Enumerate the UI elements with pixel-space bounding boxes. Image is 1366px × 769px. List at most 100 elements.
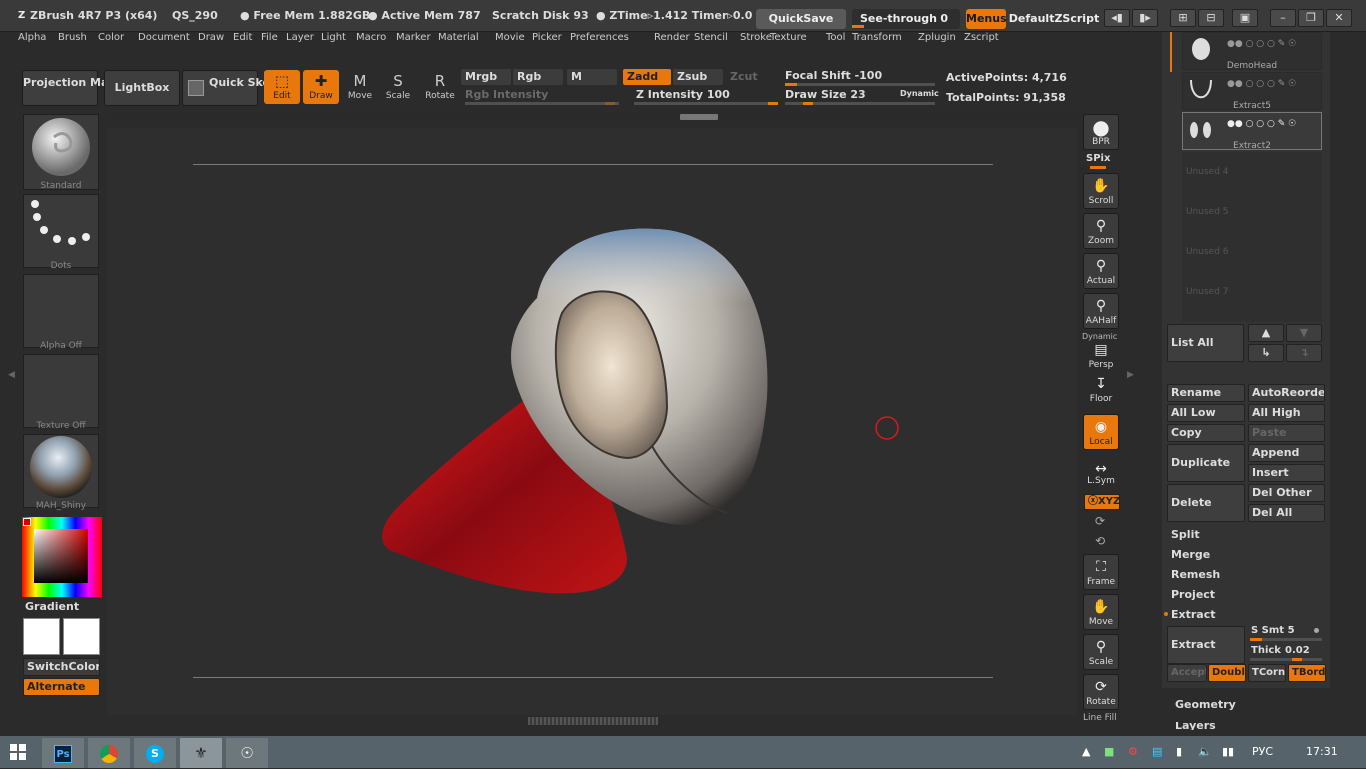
tborder-button[interactable]: TBorder bbox=[1288, 664, 1326, 682]
tray-language[interactable]: РУС bbox=[1252, 745, 1273, 758]
zoom-button[interactable]: ⚲ Zoom bbox=[1083, 213, 1119, 249]
canvas-viewport[interactable] bbox=[107, 128, 1077, 715]
menu-color[interactable]: Color bbox=[98, 32, 124, 43]
menu-light[interactable]: Light bbox=[321, 32, 346, 43]
switchcolor-button[interactable]: SwitchColor bbox=[23, 658, 100, 676]
merge-section[interactable]: Merge bbox=[1171, 548, 1210, 561]
menu-alpha[interactable]: Alpha bbox=[18, 32, 46, 43]
rename-button[interactable]: Rename bbox=[1167, 384, 1245, 402]
append-button[interactable]: Append bbox=[1248, 444, 1325, 462]
rgb-intensity-slider[interactable] bbox=[465, 102, 619, 105]
move-up-arrow-icon[interactable]: ▲ bbox=[1248, 324, 1284, 342]
color-square[interactable] bbox=[34, 529, 88, 583]
menus-button[interactable]: Menus bbox=[966, 9, 1007, 29]
menu-tool[interactable]: Tool bbox=[826, 32, 845, 43]
geometry-section[interactable]: Geometry bbox=[1175, 698, 1236, 711]
menu-edit[interactable]: Edit bbox=[233, 32, 252, 43]
tray-volume-icon[interactable]: 🔈 bbox=[1198, 745, 1212, 758]
unused-slot-7[interactable]: Unused 7 bbox=[1186, 287, 1229, 297]
edit-button[interactable]: ⬚ Edit bbox=[264, 70, 300, 104]
tray-expand-icon[interactable]: ▲ bbox=[1082, 745, 1090, 758]
thick-slider[interactable] bbox=[1250, 658, 1322, 661]
m-button[interactable]: M bbox=[567, 69, 617, 85]
lsym-button[interactable]: ↔ L.Sym bbox=[1083, 462, 1119, 490]
nav-right-icon[interactable]: ▮▸ bbox=[1132, 9, 1158, 27]
color-picker[interactable] bbox=[22, 517, 102, 597]
duplicate-button[interactable]: Duplicate bbox=[1167, 444, 1245, 482]
bottom-tray-handle[interactable] bbox=[528, 717, 658, 725]
project-section[interactable]: Project bbox=[1171, 588, 1215, 601]
paste-button[interactable]: Paste bbox=[1248, 424, 1325, 442]
split-section[interactable]: Split bbox=[1171, 528, 1200, 541]
append-arrow-icon[interactable]: ↴ bbox=[1286, 344, 1322, 362]
all-high-button[interactable]: All High bbox=[1248, 404, 1325, 422]
double-button[interactable]: Double bbox=[1208, 664, 1246, 682]
material-thumbnail[interactable] bbox=[23, 434, 99, 508]
taskbar-viewer[interactable]: ☉ bbox=[226, 738, 268, 768]
zcut-button[interactable]: Zcut bbox=[726, 69, 776, 85]
menu-file[interactable]: File bbox=[261, 32, 278, 43]
local-button[interactable]: ◉ Local bbox=[1083, 414, 1119, 450]
tray-network-tool-icon[interactable]: ⚙ bbox=[1128, 745, 1138, 758]
z-intensity-slider[interactable] bbox=[634, 102, 778, 105]
menu-preferences[interactable]: Preferences bbox=[570, 32, 629, 43]
taskbar-chrome[interactable] bbox=[88, 738, 130, 768]
nav-left-icon[interactable]: ◂▮ bbox=[1104, 9, 1130, 27]
rotate-button[interactable]: R Rotate bbox=[422, 70, 458, 104]
menu-stroke[interactable]: Stroke bbox=[740, 32, 772, 43]
tray-clock[interactable]: 17:31 bbox=[1306, 745, 1338, 758]
brush-thumbnail[interactable] bbox=[23, 114, 99, 190]
menu-texture[interactable]: Texture bbox=[770, 32, 807, 43]
zadd-button[interactable]: Zadd bbox=[623, 69, 671, 85]
list-all-button[interactable]: List All bbox=[1167, 324, 1244, 362]
unused-slot-6[interactable]: Unused 6 bbox=[1186, 247, 1229, 257]
menu-movie[interactable]: Movie bbox=[495, 32, 525, 43]
scale-view-button[interactable]: ⚲ Scale bbox=[1083, 634, 1119, 670]
xyz-button[interactable]: ⓧXYZ bbox=[1084, 494, 1120, 510]
tray-app-icon[interactable]: ■ bbox=[1104, 745, 1114, 758]
actual-button[interactable]: ⚲ Actual bbox=[1083, 253, 1119, 289]
menu-macro[interactable]: Macro bbox=[356, 32, 386, 43]
minimize-icon[interactable]: – bbox=[1270, 9, 1296, 27]
menu-render[interactable]: Render bbox=[654, 32, 690, 43]
texture-thumbnail[interactable] bbox=[23, 354, 99, 428]
remesh-section[interactable]: Remesh bbox=[1171, 568, 1220, 581]
unused-slot-5[interactable]: Unused 5 bbox=[1186, 207, 1229, 217]
all-low-button[interactable]: All Low bbox=[1167, 404, 1245, 422]
floor-button[interactable]: ↧ Floor bbox=[1083, 374, 1119, 406]
accept-button[interactable]: Accept bbox=[1167, 664, 1207, 682]
quicksave-button[interactable]: QuickSave bbox=[756, 9, 846, 29]
layers-section-peek[interactable]: Layers bbox=[1175, 722, 1216, 730]
move-down-arrow-icon[interactable]: ▼ bbox=[1286, 324, 1322, 342]
tray-battery-icon[interactable]: ▮ bbox=[1176, 745, 1182, 758]
gradient-label[interactable]: Gradient bbox=[25, 600, 79, 613]
subtool-toggles-icon[interactable]: ●● ○ ○ ○ ✎ ☉ bbox=[1227, 119, 1296, 129]
linefill-label[interactable]: Line Fill bbox=[1083, 713, 1117, 723]
insert-arrow-icon[interactable]: ↳ bbox=[1248, 344, 1284, 362]
windows-start-icon[interactable] bbox=[10, 744, 26, 760]
secondary-color-swatch[interactable] bbox=[63, 618, 100, 655]
tray-handle[interactable] bbox=[680, 114, 718, 120]
tcorner-button[interactable]: TCorner bbox=[1248, 664, 1286, 682]
move-view-button[interactable]: ✋ Move bbox=[1083, 594, 1119, 630]
right-collapse-icon[interactable]: ▶ bbox=[1127, 370, 1134, 380]
rgb-button[interactable]: Rgb bbox=[513, 69, 563, 85]
menu-transform[interactable]: Transform bbox=[852, 32, 902, 43]
rotate-axis-alt-icon[interactable]: ⟲ bbox=[1095, 534, 1105, 548]
autoreorder-button[interactable]: AutoReorder bbox=[1248, 384, 1325, 402]
spix-label[interactable]: SPix bbox=[1086, 153, 1110, 164]
extract-section[interactable]: Extract bbox=[1171, 608, 1216, 621]
taskbar-photoshop[interactable]: Ps bbox=[42, 738, 84, 768]
unused-slot-4[interactable]: Unused 4 bbox=[1186, 167, 1229, 177]
quick-sketch-button[interactable]: Quick Sketch bbox=[182, 70, 290, 106]
taskbar-zbrush[interactable]: ⚜ bbox=[180, 738, 222, 768]
insert-button[interactable]: Insert bbox=[1248, 464, 1325, 482]
scroll-button[interactable]: ✋ Scroll bbox=[1083, 173, 1119, 209]
close-icon[interactable]: ✕ bbox=[1326, 9, 1352, 27]
menu-draw[interactable]: Draw bbox=[198, 32, 224, 43]
dynamic-toggle[interactable]: Dynamic bbox=[900, 89, 939, 98]
draw-button[interactable]: ✚ Draw bbox=[303, 70, 339, 104]
taskbar-skype[interactable]: S bbox=[134, 738, 176, 768]
menu-document[interactable]: Document bbox=[138, 32, 190, 43]
bpr-button[interactable]: ● BPR bbox=[1083, 114, 1119, 150]
